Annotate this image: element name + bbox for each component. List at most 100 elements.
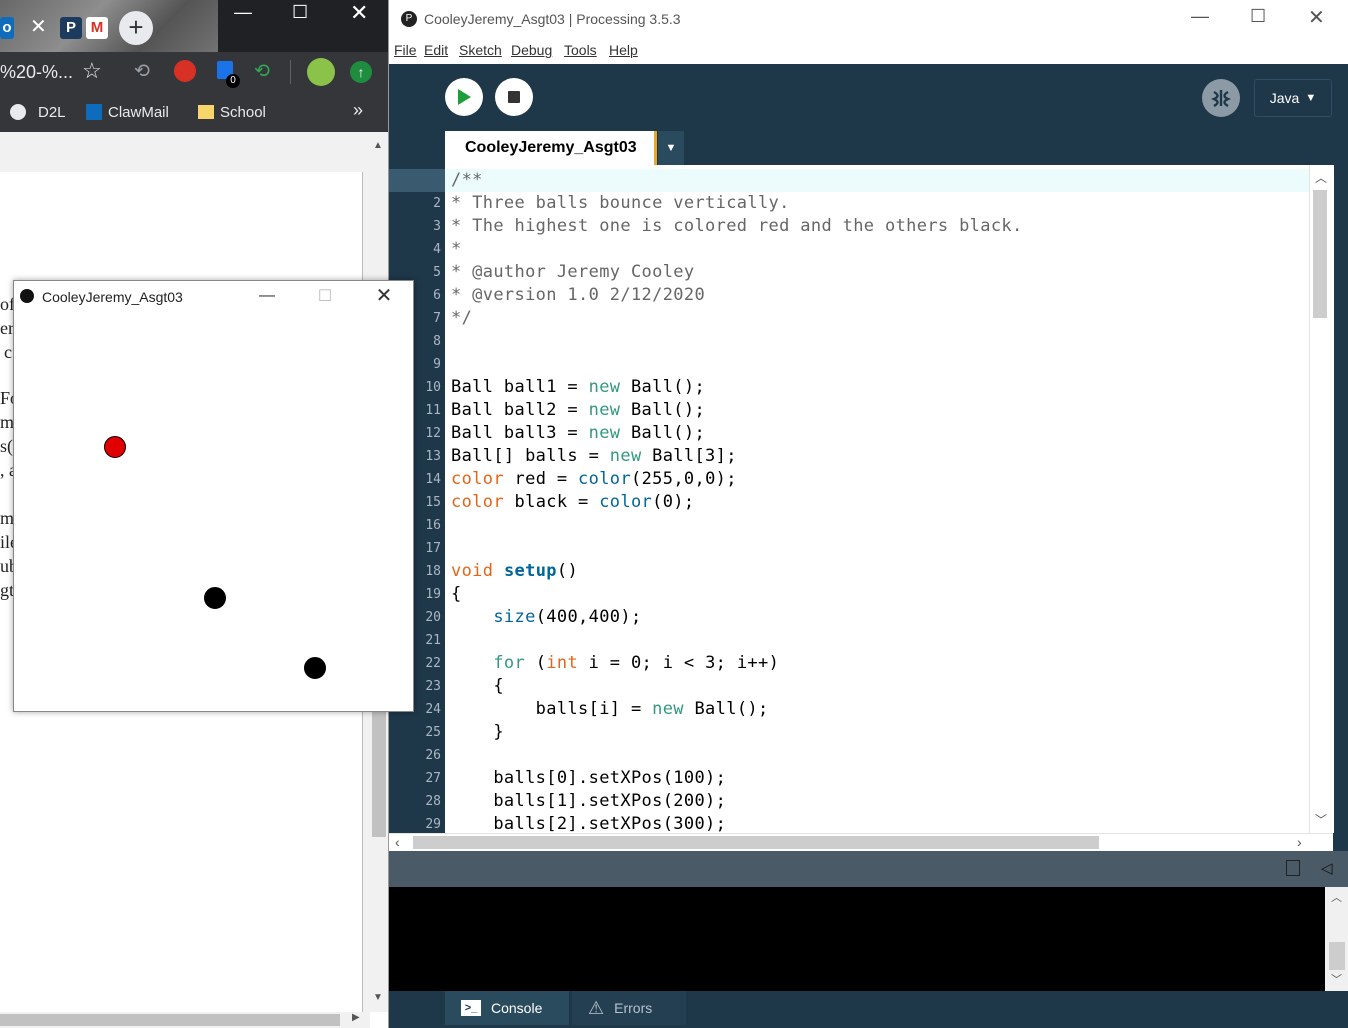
run-button[interactable]	[445, 78, 483, 116]
processing-ide-window: P CooleyJeremy_Asgt03 | Processing 3.5.3…	[388, 0, 1348, 1028]
code-line: balls[1].setXPos(200);	[451, 791, 727, 811]
pearson-tab-icon[interactable]: P	[60, 17, 82, 39]
omnibox[interactable]: %20-%...	[0, 62, 73, 83]
menu-file[interactable]: File	[394, 42, 417, 58]
menu-sketch[interactable]: Sketch	[459, 42, 502, 58]
copy-console-icon[interactable]	[1286, 860, 1300, 876]
close-icon[interactable]: ✕	[1308, 5, 1325, 30]
ball-black-2	[304, 657, 326, 679]
scroll-right-icon[interactable]: ▶	[352, 1012, 360, 1023]
code-line: * @author Jeremy Cooley	[451, 262, 695, 282]
browser-hscroll-thumb[interactable]	[0, 1014, 340, 1026]
bookmark-label: D2L	[38, 103, 66, 121]
extension-icon[interactable]: ⟲	[134, 60, 150, 83]
code-line: {	[451, 584, 462, 604]
stop-icon	[508, 91, 520, 103]
close-window-icon[interactable]: ✕	[350, 0, 368, 26]
debugger-button[interactable]	[1202, 79, 1240, 117]
scroll-down-icon[interactable]: ﹀	[1331, 971, 1342, 987]
maximize-icon[interactable]: ☐	[1250, 6, 1266, 27]
extension-count-badge: 0	[226, 74, 240, 88]
chevron-down-icon: ▼	[1305, 92, 1317, 104]
gmail-tab-icon[interactable]: M	[86, 17, 108, 39]
butterfly-icon	[1210, 90, 1232, 108]
bookmark-star-icon[interactable]: ☆	[82, 58, 102, 84]
bookmark-d2l[interactable]: D2L	[10, 102, 66, 122]
console-icon: >_	[461, 1000, 481, 1016]
bookmark-label: School	[220, 103, 266, 121]
adblock-icon[interactable]	[174, 60, 196, 82]
browser-scroll-thumb[interactable]	[372, 692, 386, 837]
console-scroll-thumb[interactable]	[1329, 942, 1345, 970]
outlook-tab-icon[interactable]: o	[0, 17, 14, 39]
bookmark-school[interactable]: School	[198, 102, 266, 122]
minimize-icon[interactable]: —	[1191, 6, 1209, 27]
code-editor[interactable]: 1234567891011121314151617181920212223242…	[389, 165, 1333, 833]
current-line-gutter	[389, 169, 445, 192]
ball-black-1	[204, 587, 226, 609]
maximize-icon: ☐	[317, 288, 333, 305]
menu-help[interactable]: Help	[609, 42, 638, 58]
collapse-console-icon[interactable]: ◁	[1321, 859, 1333, 877]
browser-tab-strip: o ✕ P M + — ☐ ✕	[0, 0, 388, 52]
menu-edit[interactable]: Edit	[424, 42, 448, 58]
sketch-window-title: CooleyJeremy_Asgt03	[42, 289, 183, 305]
close-tab-icon[interactable]: ✕	[30, 14, 47, 39]
line-number: 28	[425, 794, 441, 809]
code-line: balls[i] = new Ball();	[451, 699, 769, 719]
menu-debug[interactable]: Debug	[511, 42, 552, 58]
ide-footer: >_ Console ⚠ Errors	[389, 991, 1348, 1028]
line-number: 4	[433, 242, 441, 257]
scroll-down-icon[interactable]: ▼	[373, 992, 383, 1003]
new-tab-button[interactable]: +	[119, 11, 153, 45]
editor-hscroll-thumb[interactable]	[413, 836, 1099, 849]
maximize-icon[interactable]: ☐	[292, 2, 308, 23]
code-line: Ball[] balls = new Ball[3];	[451, 446, 737, 466]
update-icon[interactable]: ↑	[350, 61, 372, 83]
mode-selector[interactable]: Java ▼	[1254, 79, 1332, 117]
minimize-icon[interactable]: —	[234, 2, 252, 23]
code-line: color red = color(255,0,0);	[451, 469, 737, 489]
mode-label: Java	[1269, 90, 1300, 106]
code-line: }	[451, 722, 504, 742]
stop-button[interactable]	[495, 78, 533, 116]
tab-menu-button[interactable]: ▼	[658, 131, 684, 165]
page-text-fragment: m	[0, 508, 15, 528]
code-line: {	[451, 676, 504, 696]
minimize-icon[interactable]: —	[244, 277, 290, 315]
ide-window-title: CooleyJeremy_Asgt03 | Processing 3.5.3	[424, 11, 681, 27]
scroll-up-icon[interactable]: ︿	[1315, 169, 1327, 186]
page-text-fragment: er	[0, 318, 14, 338]
tab-console[interactable]: >_ Console	[445, 991, 569, 1025]
console-output[interactable]	[389, 887, 1325, 991]
scroll-up-icon[interactable]: ▲	[373, 140, 383, 151]
globe-icon	[10, 104, 26, 120]
console-scrollbar[interactable]: ︿ ﹀	[1325, 887, 1348, 991]
grammar-extension-icon[interactable]: ⟲	[254, 60, 270, 83]
close-icon[interactable]: ✕	[361, 276, 407, 314]
more-bookmarks-button[interactable]: »	[353, 100, 363, 121]
line-number: 29	[425, 817, 441, 832]
code-line: void setup()	[451, 561, 579, 581]
code-line: size(400,400);	[493, 607, 642, 627]
editor-scroll-thumb[interactable]	[1313, 190, 1327, 318]
bookmarks-bar: D2L ClawMail School »	[0, 92, 388, 132]
tab-sketch[interactable]: CooleyJeremy_Asgt03	[445, 131, 657, 165]
scroll-right-icon[interactable]: ›	[1297, 834, 1302, 850]
browser-horizontal-scrollbar[interactable]: ▶	[0, 1012, 370, 1028]
warning-icon: ⚠	[588, 997, 605, 1018]
code-line: color black = color(0);	[451, 492, 695, 512]
processing-logo-icon	[20, 289, 34, 303]
line-number: 2	[433, 196, 441, 211]
profile-avatar[interactable]	[307, 58, 335, 86]
status-bar: ◁	[389, 851, 1348, 887]
scroll-up-icon[interactable]: ︿	[1331, 889, 1342, 905]
processing-logo-icon: P	[401, 11, 417, 27]
scroll-down-icon[interactable]: ﹀	[1315, 811, 1327, 828]
tab-errors[interactable]: ⚠ Errors	[572, 991, 686, 1025]
code-line: * The highest one is colored red and the…	[451, 216, 1023, 236]
menu-tools[interactable]: Tools	[564, 42, 597, 58]
bookmark-clawmail[interactable]: ClawMail	[86, 102, 169, 122]
line-number: 3	[433, 219, 441, 234]
scroll-left-icon[interactable]: ‹	[395, 834, 400, 850]
